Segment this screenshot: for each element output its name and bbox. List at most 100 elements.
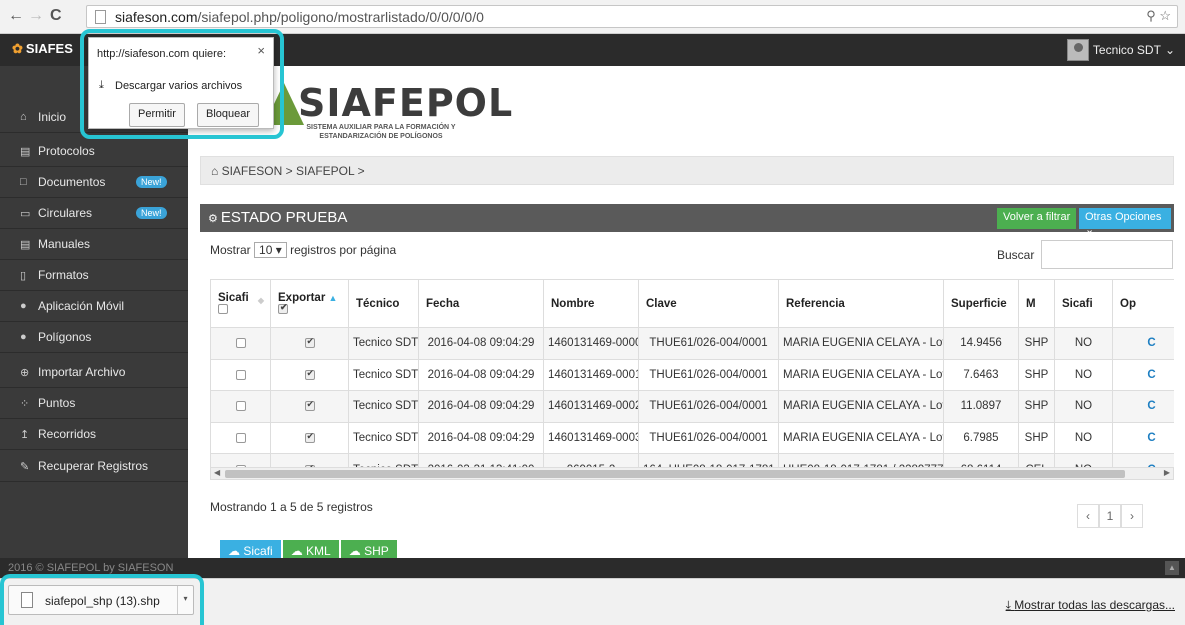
col-clave[interactable]: Clave (638, 279, 779, 328)
prev-page-button[interactable]: ‹ (1077, 504, 1099, 528)
refilter-button[interactable]: Volver a filtrar (997, 208, 1077, 229)
table-row[interactable]: Tecnico SDT 2016-04-08 09:04:29 14601314… (210, 421, 1174, 455)
panel-title: ⚙ ESTADO PRUEBA (208, 209, 348, 226)
cell-tecnico: Tecnico SDT (348, 327, 419, 360)
cell-op[interactable]: C (1112, 327, 1174, 360)
table-row[interactable]: Tecnico SDT 2016-04-08 09:04:29 14601314… (210, 327, 1174, 360)
select-all-checkbox[interactable] (218, 304, 228, 315)
col-op[interactable]: Op (1112, 279, 1174, 328)
panel-header: ⚙ ESTADO PRUEBA Volver a filtrar Otras O… (200, 204, 1174, 236)
logo-title: SIAFEPOL (298, 81, 514, 125)
scroll-right-icon[interactable]: ▶ (1164, 468, 1170, 477)
col-fecha[interactable]: Fecha (418, 279, 544, 328)
length-prefix: Mostrar (210, 243, 251, 257)
user-menu[interactable]: Tecnico SDT ⌄ (1066, 39, 1175, 61)
pagination: ‹ 1 › (1077, 504, 1143, 528)
table-header-row: Sicafi◆ Exportar ▲ Técnico Fecha Nombre … (210, 279, 1174, 328)
row-export-checkbox[interactable] (304, 431, 315, 444)
length-suffix: registros por página (290, 243, 397, 257)
brand[interactable]: ✿ SIAFES (12, 41, 73, 57)
sidebar-item-label: Polígonos (38, 330, 92, 344)
folder-icon: □ (20, 176, 27, 188)
scroll-top-icon[interactable]: ▲ (1165, 561, 1179, 575)
cell-tecnico: Tecnico SDT (348, 358, 419, 392)
page-size-select[interactable]: 10 ▾ (254, 242, 287, 258)
sidebar-item-label: Formatos (38, 268, 89, 282)
col-exportar[interactable]: Exportar ▲ (270, 279, 349, 328)
search-label: Buscar (997, 248, 1035, 262)
row-select-checkbox[interactable] (235, 369, 246, 380)
scroll-left-icon[interactable]: ◀ (214, 468, 220, 477)
more-options-button[interactable]: Otras Opciones ⌄ (1079, 208, 1171, 236)
sidebar-item-formatos[interactable]: ▯ Formatos (0, 260, 188, 291)
search-input[interactable] (1041, 240, 1173, 269)
cell-clave: 164_HUE08-18-017-1781 (638, 453, 779, 467)
horizontal-scrollbar[interactable]: ◀ ▶ (210, 467, 1174, 480)
sidebar-item-protocolos[interactable]: ▤ Protocolos (0, 136, 188, 167)
new-badge: New! (136, 176, 167, 188)
sidebar-item-documentos[interactable]: □ Documentos New! (0, 167, 188, 198)
sidebar-item-recorridos[interactable]: ↥ Recorridos (0, 419, 188, 450)
cell-op[interactable]: C (1112, 358, 1174, 392)
cell-sicafi: NO (1054, 358, 1113, 392)
sidebar-item-circulares[interactable]: ▭ Circulares New! (0, 198, 188, 229)
breadcrumb-item-siafepol[interactable]: SIAFEPOL (296, 164, 354, 178)
forward-icon[interactable]: → (28, 7, 44, 25)
breadcrumb-item-siafeson[interactable]: SIAFESON (222, 164, 283, 178)
cell-nombre: 1460131469-0001 (543, 358, 639, 392)
sidebar-item-puntos[interactable]: ⁘ Puntos (0, 388, 188, 419)
cell-referencia: MARIA EUGENIA CELAYA - Lote 2 (778, 358, 944, 392)
cell-op[interactable]: C (1112, 453, 1174, 467)
cell-sicafi: NO (1054, 390, 1113, 423)
row-export-checkbox[interactable] (304, 399, 315, 412)
col-sicafi[interactable]: Sicafi (1054, 279, 1113, 328)
zoom-star-icons[interactable]: ⚲ ☆ (1146, 8, 1171, 24)
export-all-checkbox[interactable] (278, 302, 288, 315)
records-table: Sicafi◆ Exportar ▲ Técnico Fecha Nombre … (210, 279, 1174, 467)
address-bar[interactable]: siafeson.com/siafepol.php/poligono/mostr… (86, 5, 1178, 28)
table-row[interactable]: Tecnico SDT 2016-03-31 13:41:00 069015-2… (210, 453, 1174, 467)
row-export-checkbox[interactable] (304, 336, 315, 349)
cell-superficie: 68.6114 (943, 453, 1019, 467)
table-row[interactable]: Tecnico SDT 2016-04-08 09:04:29 14601314… (210, 390, 1174, 423)
sidebar-item-manuales[interactable]: ▤ Manuales (0, 229, 188, 260)
col-sicafi-select[interactable]: Sicafi ◆ (210, 279, 271, 328)
col-tecnico[interactable]: Técnico (348, 279, 419, 328)
page-icon (95, 10, 106, 24)
show-all-downloads-link[interactable]: ⤓ Mostrar todas las descargas... (1006, 598, 1175, 613)
scroll-thumb[interactable] (225, 470, 1125, 478)
cell-nombre: 1460131469-0002 (543, 390, 639, 423)
row-select-checkbox[interactable] (235, 401, 246, 412)
cell-tecnico: Tecnico SDT (348, 421, 419, 455)
table-row[interactable]: Tecnico SDT 2016-04-08 09:04:29 14601314… (210, 358, 1174, 392)
cell-op[interactable]: C (1112, 390, 1174, 423)
sidebar-item-importar-archivo[interactable]: ⊕ Importar Archivo (0, 357, 188, 388)
sidebar-item-recuperar-registros[interactable]: ✎ Recuperar Registros (0, 451, 188, 482)
back-icon[interactable]: ← (8, 7, 24, 25)
col-m[interactable]: M (1018, 279, 1055, 328)
sidebar-item-poligonos[interactable]: ● Polígonos (0, 322, 188, 353)
row-select-checkbox[interactable] (235, 338, 246, 349)
home-icon: ⌂ (211, 164, 219, 178)
sidebar-item-aplicacion-movil[interactable]: ● Aplicación Móvil (0, 291, 188, 322)
col-nombre[interactable]: Nombre (543, 279, 639, 328)
folder-open-icon: ▭ (20, 207, 31, 220)
cell-clave: THUE61/026-004/0001 (638, 358, 779, 392)
cell-op[interactable]: C (1112, 421, 1174, 455)
next-page-button[interactable]: › (1121, 504, 1143, 528)
col-superficie[interactable]: Superficie (943, 279, 1019, 328)
sidebar-item-label: Manuales (38, 237, 91, 251)
cell-clave: THUE61/026-004/0001 (638, 327, 779, 360)
cell-fecha: 2016-04-08 09:04:29 (418, 390, 544, 423)
footer-text: 2016 © SIAFEPOL by SIAFESON (8, 562, 174, 574)
cell-referencia: MARIA EUGENIA CELAYA - Lote 1 (778, 327, 944, 360)
row-select-checkbox[interactable] (235, 433, 246, 444)
page-1-button[interactable]: 1 (1099, 504, 1121, 528)
col-referencia[interactable]: Referencia (778, 279, 944, 328)
sidebar-item-label: Puntos (38, 396, 76, 410)
row-export-checkbox[interactable] (304, 368, 315, 380)
brand-icon: ✿ (12, 41, 23, 56)
reload-icon[interactable]: C (50, 7, 62, 25)
sidebar-item-label: Protocolos (38, 144, 95, 158)
spinner-icon: ⁘ (20, 397, 30, 410)
